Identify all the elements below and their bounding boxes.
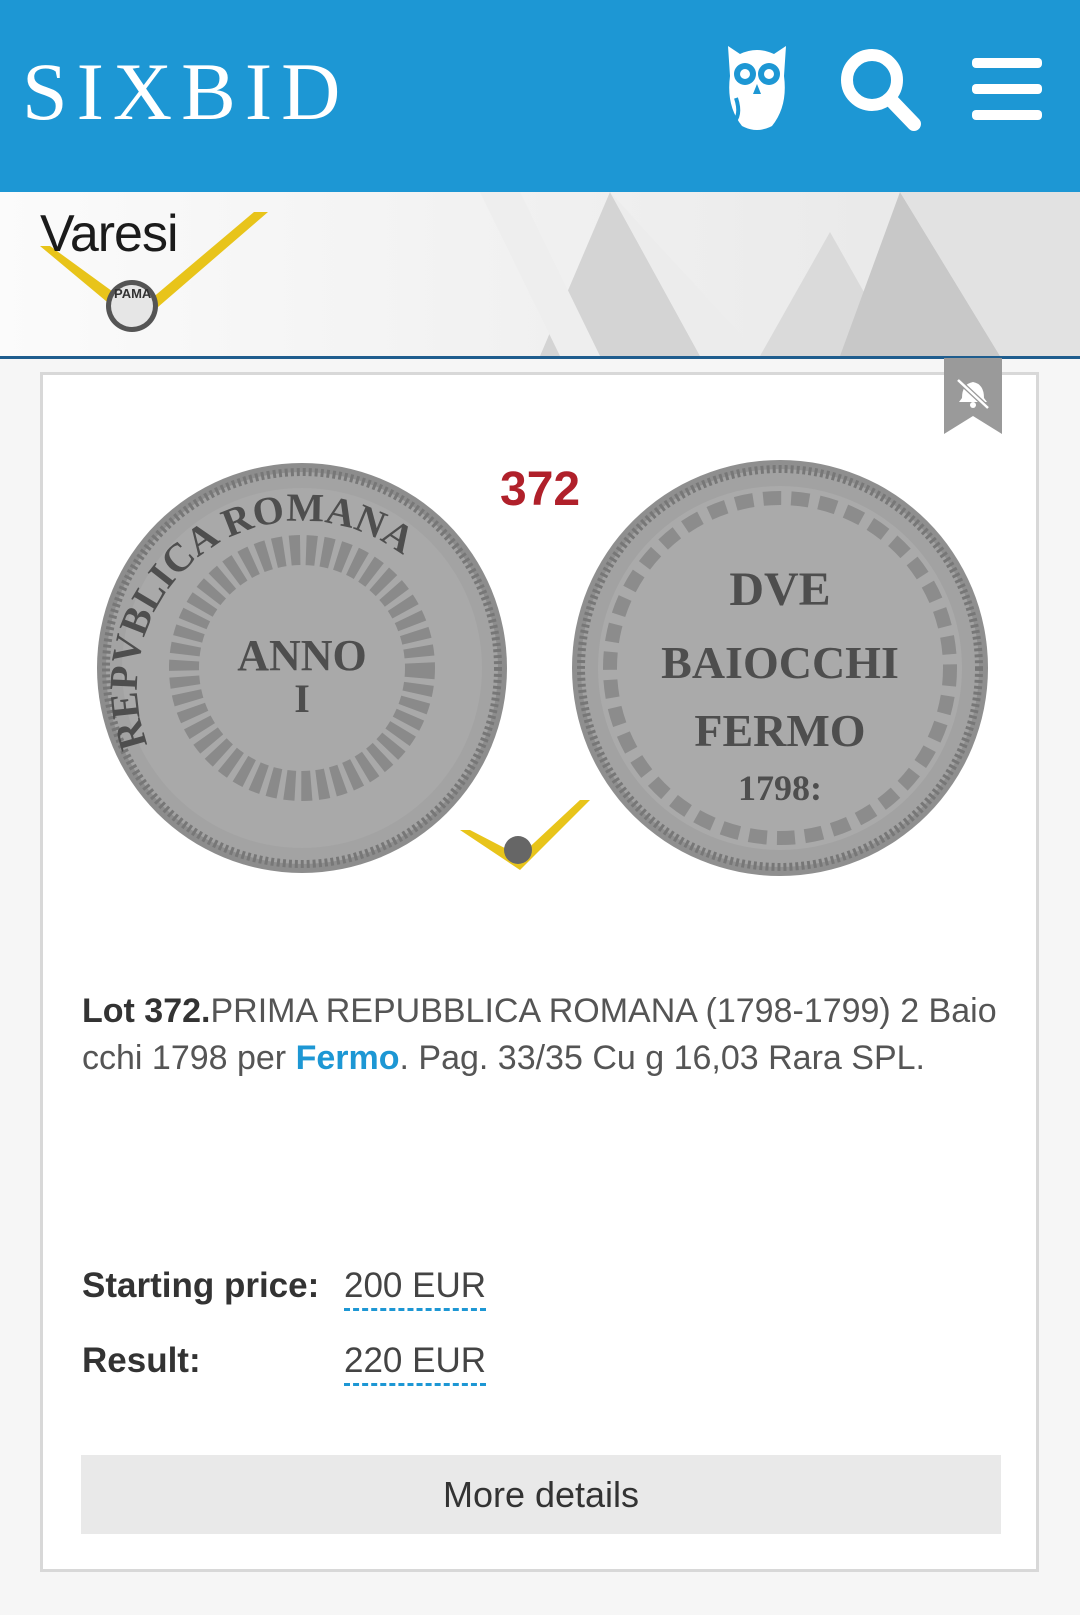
- coin-year-numeral: I: [294, 676, 310, 721]
- auctioneer-name: Varesi: [40, 205, 179, 263]
- auctioneer-banner: Varesi: [0, 192, 1080, 359]
- pama-badge: PAMA: [114, 286, 152, 301]
- lot-label: Lot 372.: [82, 992, 211, 1030]
- owl-icon[interactable]: [722, 36, 792, 136]
- sixbid-logo[interactable]: SIXBID: [22, 46, 349, 138]
- lot-description: Lot 372.PRIMA REPUBBLICA ROMANA (1798-17…: [82, 988, 1002, 1082]
- starting-price-label: Starting price:: [82, 1266, 320, 1305]
- coin-reverse-line-4: 1798:: [738, 768, 822, 808]
- coin-reverse-line-1: DVE: [729, 563, 830, 616]
- starting-price-value[interactable]: 200 EUR: [344, 1266, 487, 1311]
- more-details-button[interactable]: More details: [81, 1455, 1001, 1534]
- coin-anno-text: ANNO: [237, 631, 367, 680]
- bookmark-bell-off-icon[interactable]: [944, 358, 1002, 434]
- top-navigation-bar: SIXBID: [0, 0, 1080, 192]
- result-label: Result:: [82, 1341, 201, 1380]
- location-link[interactable]: Fermo: [296, 1039, 400, 1077]
- lot-title-part-2: . Pag. 33/35 Cu g 16,03 Rara SPL.: [399, 1039, 925, 1077]
- search-icon[interactable]: [838, 36, 924, 136]
- result-value[interactable]: 220 EUR: [344, 1341, 487, 1386]
- coin-reverse-line-3: FERMO: [694, 705, 865, 756]
- coin-reverse-line-2: BAIOCCHI: [661, 637, 899, 688]
- image-lot-number: 372: [500, 463, 581, 516]
- menu-icon[interactable]: [970, 36, 1044, 136]
